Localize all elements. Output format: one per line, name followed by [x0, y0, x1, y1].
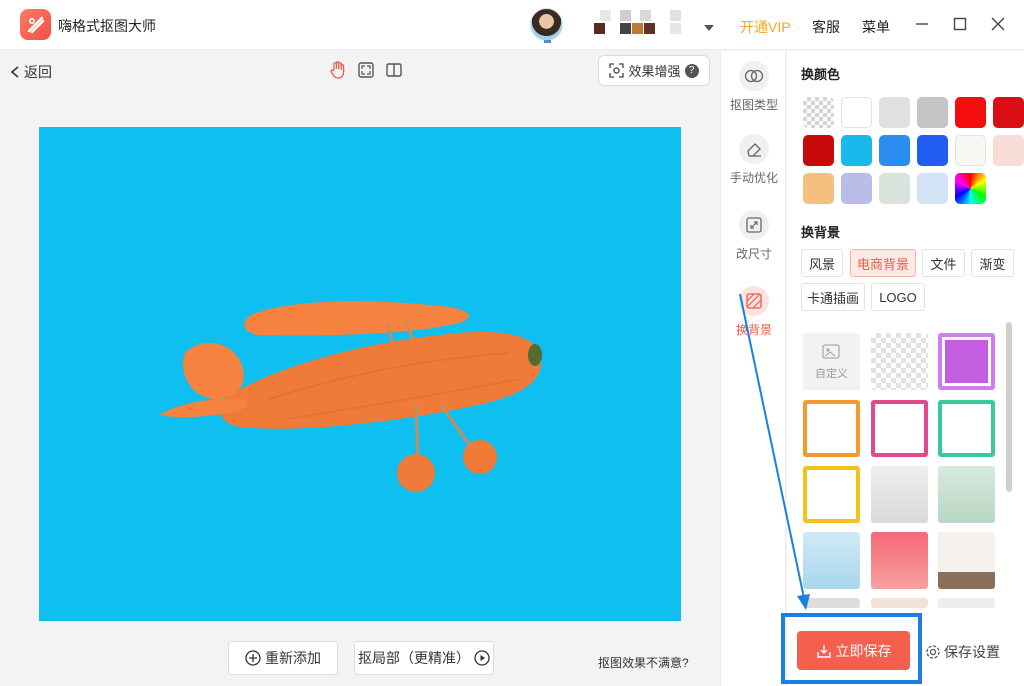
color-section-title: 换颜色 [801, 67, 841, 82]
background-thumb[interactable] [871, 598, 928, 608]
download-icon [816, 644, 831, 658]
back-label: 返回 [24, 64, 52, 80]
background-thumb[interactable] [803, 400, 860, 457]
save-settings-button[interactable]: 保存设置 [925, 642, 1000, 662]
swatch-transparent[interactable] [803, 97, 834, 128]
color-swatch[interactable] [955, 97, 986, 128]
save-label: 立即保存 [835, 642, 892, 659]
unsatisfied-link[interactable]: 抠图效果不满意? [598, 654, 689, 671]
menu-link[interactable]: 菜单 [862, 17, 890, 37]
background-thumb[interactable] [871, 532, 928, 589]
local-refine-label: 抠局部（更精准） [358, 650, 470, 666]
tab-cartoon[interactable]: 卡通插画 [801, 283, 865, 311]
panel-scrollbar[interactable] [1006, 322, 1012, 492]
background-thumb[interactable] [938, 333, 995, 390]
minimize-icon[interactable] [911, 13, 933, 35]
nav-manual-optimize[interactable]: 手动优化 [721, 134, 787, 186]
nav-label: 手动优化 [729, 171, 778, 185]
avatar[interactable] [530, 8, 563, 41]
background-thumb[interactable] [871, 466, 928, 523]
color-swatch[interactable] [879, 97, 910, 128]
nav-resize[interactable]: 改尺寸 [721, 210, 787, 262]
readd-label: 重新添加 [265, 650, 321, 666]
color-swatch[interactable] [917, 97, 948, 128]
compare-icon[interactable] [385, 61, 403, 79]
nav-change-background[interactable]: 换背景 [721, 286, 787, 338]
background-thumb[interactable] [938, 466, 995, 523]
background-tabs: 风景 电商背景 文件 渐变 卡通插画 LOGO [801, 249, 1016, 313]
scan-icon [609, 63, 625, 78]
close-icon[interactable] [987, 13, 1009, 35]
maximize-icon[interactable] [949, 13, 971, 35]
color-swatch[interactable] [841, 97, 872, 128]
plus-circle-icon [245, 650, 261, 666]
back-button[interactable]: 返回 [10, 62, 52, 82]
swatch-custom-color[interactable] [955, 173, 986, 204]
background-thumb[interactable] [803, 598, 860, 608]
background-thumb[interactable] [938, 598, 995, 608]
app-title: 嗨格式抠图大师 [58, 18, 156, 34]
color-swatch[interactable] [917, 173, 948, 204]
resize-icon [739, 210, 769, 240]
color-swatch[interactable] [955, 135, 986, 166]
customer-service-link[interactable]: 客服 [812, 17, 840, 37]
background-thumb-transparent[interactable] [871, 333, 928, 390]
background-icon [739, 286, 769, 316]
side-navigation: 抠图类型 手动优化 改尺寸 换背景 [720, 51, 786, 686]
nav-label: 改尺寸 [735, 247, 772, 261]
eraser-icon [739, 134, 769, 164]
tab-logo[interactable]: LOGO [871, 283, 925, 311]
nav-label: 抠图类型 [729, 98, 778, 112]
nav-cutout-type[interactable]: 抠图类型 [721, 61, 787, 113]
play-circle-icon [474, 650, 490, 666]
tab-scenery[interactable]: 风景 [801, 249, 843, 277]
enhance-button[interactable]: 效果增强 ? [598, 55, 710, 86]
background-section-title: 换背景 [801, 225, 841, 240]
background-thumb[interactable] [871, 400, 928, 457]
gear-icon [926, 645, 940, 659]
online-indicator [544, 40, 551, 43]
save-settings-label: 保存设置 [944, 644, 1000, 660]
tab-ecommerce[interactable]: 电商背景 [850, 249, 916, 277]
custom-label: 自定义 [815, 367, 848, 380]
carrot-airplane-image [159, 301, 542, 492]
color-swatch[interactable] [841, 173, 872, 204]
color-swatch[interactable] [879, 135, 910, 166]
color-swatch[interactable] [803, 173, 834, 204]
readd-button[interactable]: 重新添加 [228, 641, 338, 675]
vip-link[interactable]: 开通VIP [740, 17, 791, 37]
tab-gradient[interactable]: 渐变 [971, 249, 1014, 277]
color-swatch[interactable] [803, 135, 834, 166]
help-icon[interactable]: ? [684, 63, 699, 78]
color-swatch[interactable] [993, 135, 1024, 166]
save-button[interactable]: 立即保存 [797, 631, 910, 670]
local-refine-button[interactable]: 抠局部（更精准） [354, 641, 494, 675]
background-thumb[interactable] [803, 532, 860, 589]
color-swatch[interactable] [879, 173, 910, 204]
username-masked [594, 10, 704, 36]
image-add-icon [821, 343, 840, 359]
tab-file[interactable]: 文件 [922, 249, 965, 277]
background-thumb[interactable] [938, 532, 995, 589]
color-swatch[interactable] [993, 97, 1024, 128]
color-swatch[interactable] [917, 135, 948, 166]
nav-label: 换背景 [735, 323, 772, 337]
image-preview [39, 127, 681, 621]
fit-screen-icon[interactable] [357, 61, 375, 79]
chevron-left-icon [10, 66, 19, 78]
background-thumb[interactable] [803, 466, 860, 523]
chevron-down-icon[interactable] [703, 20, 715, 35]
background-thumb[interactable] [938, 400, 995, 457]
enhance-label: 效果增强 [628, 64, 681, 79]
cutout-type-icon [739, 61, 769, 91]
hand-tool-icon[interactable] [329, 61, 347, 79]
custom-background-button[interactable]: 自定义 [803, 333, 860, 390]
app-logo-icon [20, 9, 51, 40]
color-swatch[interactable] [841, 135, 872, 166]
